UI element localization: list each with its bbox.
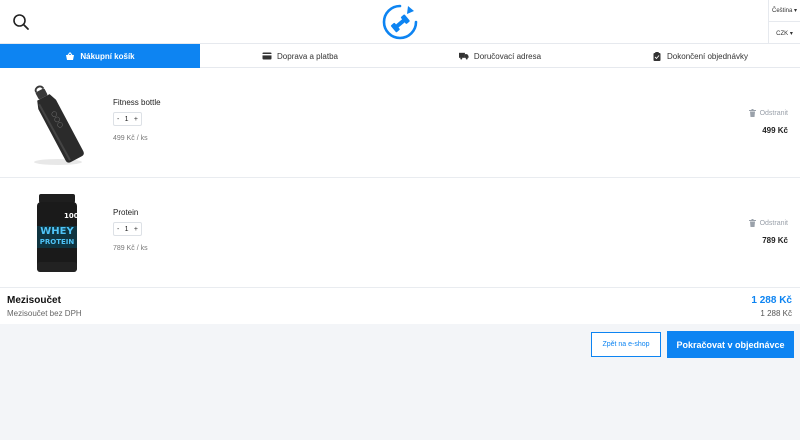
clipboard-icon — [652, 51, 662, 61]
remove-button[interactable]: Odstranit — [748, 109, 788, 117]
remove-label: Odstranit — [759, 109, 788, 117]
remove-button[interactable]: Odstranit — [748, 219, 788, 227]
search-icon[interactable] — [12, 13, 30, 31]
step-label: Nákupní košík — [80, 51, 135, 61]
item-total-price: 499 Kč — [762, 126, 788, 135]
quantity-stepper: - 1 + — [113, 112, 142, 126]
protein-label-whey: WHEY — [40, 226, 74, 237]
increase-quantity-button[interactable]: + — [134, 226, 138, 233]
product-name[interactable]: Protein — [113, 208, 138, 217]
subtotal-title: Mezisoučet — [7, 295, 61, 306]
increase-quantity-button[interactable]: + — [134, 116, 138, 123]
fitness-bottle-image: ○○○ — [34, 85, 84, 165]
checkout-steps: Nákupní košík Doprava a platba Doručovac… — [0, 44, 800, 74]
step-delivery-address[interactable]: Doručovací adresa — [400, 44, 600, 68]
cart-item: ○○○ Fitness bottle - 1 + 499 Kč / ks Ods… — [0, 68, 800, 178]
step-label: Dokončení objednávky — [667, 51, 748, 61]
back-to-shop-button[interactable]: Zpět na e-shop — [591, 332, 661, 357]
decrease-quantity-button[interactable]: - — [117, 116, 119, 123]
step-cart[interactable]: Nákupní košík — [0, 44, 200, 74]
step-label: Doprava a platba — [277, 51, 338, 61]
step-label: Doručovací adresa — [473, 51, 542, 61]
protein-tub-image: 100% WHEY PROTEIN — [37, 194, 86, 272]
subtotal-section: Mezisoučet Mezisoučet bez DPH 1 288 Kč 1… — [0, 288, 800, 324]
unit-price: 789 Kč / ks — [113, 245, 148, 252]
cart-item: 100% WHEY PROTEIN Protein - 1 + 789 Kč /… — [0, 178, 800, 288]
unit-price: 499 Kč / ks — [113, 135, 148, 142]
trash-icon — [748, 109, 756, 117]
trash-icon — [748, 219, 756, 227]
card-icon — [262, 52, 272, 61]
quantity-stepper: - 1 + — [113, 222, 142, 236]
logo-icon[interactable] — [381, 3, 419, 41]
step-shipping-payment[interactable]: Doprava a platba — [200, 44, 400, 68]
truck-icon — [458, 52, 469, 61]
remove-label: Odstranit — [759, 219, 788, 227]
header: Čeština ▾ CZK ▾ — [0, 0, 800, 44]
item-total-price: 789 Kč — [762, 236, 788, 245]
product-name[interactable]: Fitness bottle — [113, 98, 161, 107]
continue-order-button[interactable]: Pokračovat v objednávce — [667, 331, 794, 358]
quantity-value[interactable]: 1 — [125, 116, 129, 123]
header-settings: Čeština ▾ CZK ▾ — [768, 0, 800, 44]
quantity-value[interactable]: 1 — [125, 226, 129, 233]
subtotal-value: 1 288 Kč — [751, 295, 792, 306]
protein-label-100: 100% — [64, 212, 86, 220]
step-finish-order[interactable]: Dokončení objednávky — [600, 44, 800, 68]
subtotal-without-vat-label: Mezisoučet bez DPH — [7, 309, 82, 318]
language-select[interactable]: Čeština ▾ — [769, 0, 800, 22]
currency-select[interactable]: CZK ▾ — [769, 22, 800, 44]
protein-label-protein: PROTEIN — [40, 238, 75, 246]
subtotal-without-vat-value: 1 288 Kč — [760, 309, 792, 318]
basket-icon — [65, 51, 75, 61]
decrease-quantity-button[interactable]: - — [117, 226, 119, 233]
cart: ○○○ Fitness bottle - 1 + 499 Kč / ks Ods… — [0, 68, 800, 324]
